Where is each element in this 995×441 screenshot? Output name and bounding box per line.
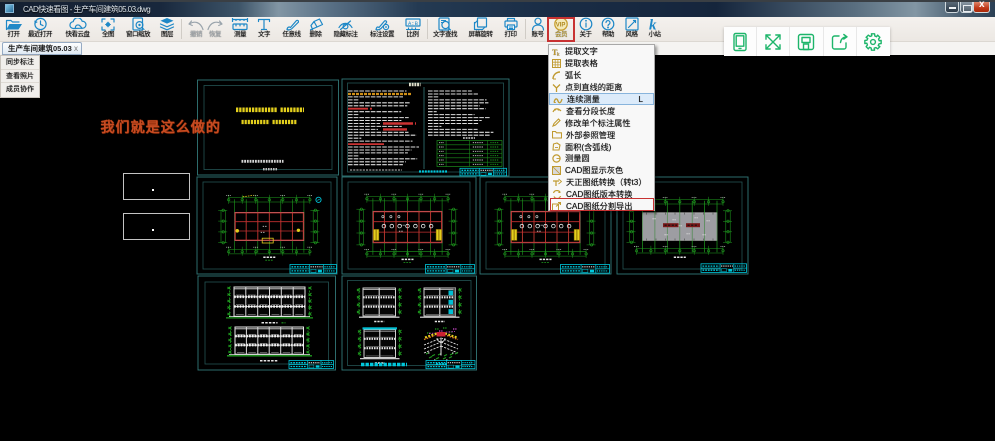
svg-text:k: k — [557, 52, 560, 56]
svg-text:k: k — [649, 17, 657, 31]
svg-text:A:B: A:B — [408, 19, 419, 26]
